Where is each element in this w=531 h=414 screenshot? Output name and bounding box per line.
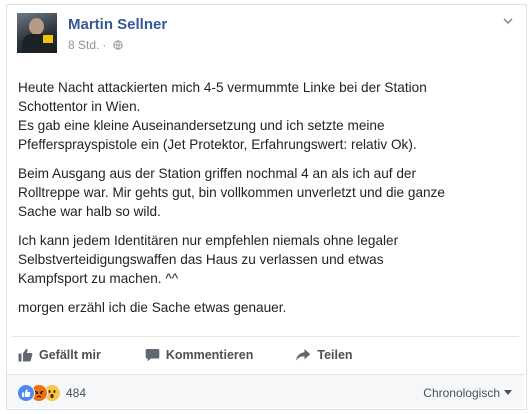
like-button[interactable]: Gefällt mir xyxy=(18,348,101,362)
post-body: Heute Nacht attackierten mich 4-5 vermum… xyxy=(18,78,518,327)
reaction-count: 484 xyxy=(66,386,87,400)
comment-label: Kommentieren xyxy=(165,348,254,362)
post-meta: 8 Std. · xyxy=(68,38,124,52)
caret-down-icon xyxy=(504,390,512,395)
post-options-chevron-icon[interactable] xyxy=(501,14,515,28)
comment-button[interactable]: Kommentieren xyxy=(145,348,254,362)
post-paragraph: Ich kann jedem Identitären nur empfehlen… xyxy=(18,233,399,286)
post-paragraph: Beim Ausgang aus der Station griffen noc… xyxy=(18,166,445,219)
reactions-footer: 484 Chronologisch xyxy=(7,374,524,408)
globe-icon[interactable] xyxy=(113,40,124,50)
avatar-head xyxy=(29,18,44,35)
comment-sort-dropdown[interactable]: Chronologisch xyxy=(423,386,512,400)
meta-separator: · xyxy=(102,38,107,52)
comment-bubble-icon xyxy=(145,349,160,362)
avatar-patch xyxy=(43,35,53,43)
post-paragraph: morgen erzähl ich die Sache etwas genaue… xyxy=(18,300,287,315)
facebook-post-card: Martin Sellner 8 Std. · Heute Nacht atta… xyxy=(0,0,531,414)
post-timestamp[interactable]: 8 Std. xyxy=(68,38,99,52)
action-divider xyxy=(12,336,519,337)
thumbs-up-icon xyxy=(18,348,33,362)
share-label: Teilen xyxy=(317,348,353,362)
share-button[interactable]: Teilen xyxy=(295,348,353,362)
reaction-summary[interactable]: 484 xyxy=(17,384,86,402)
like-reaction-icon xyxy=(17,384,35,402)
action-bar: Gefällt mir Kommentieren Teilen xyxy=(18,343,353,367)
author-name[interactable]: Martin Sellner xyxy=(68,16,167,33)
like-label: Gefällt mir xyxy=(39,348,101,362)
share-arrow-icon xyxy=(296,349,311,361)
author-avatar[interactable] xyxy=(17,13,57,53)
post-paragraph: Heute Nacht attackierten mich 4-5 vermum… xyxy=(18,80,427,152)
sort-label: Chronologisch xyxy=(423,386,500,400)
